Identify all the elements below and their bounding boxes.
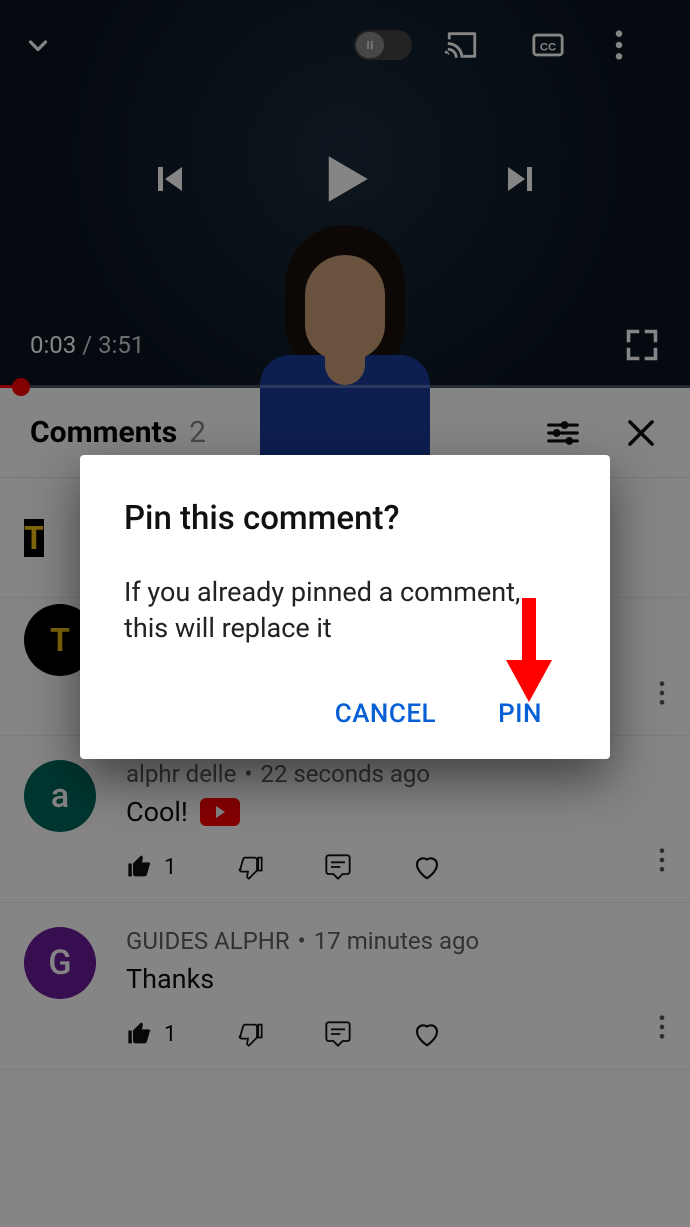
cancel-button[interactable]: CANCEL — [335, 699, 436, 729]
annotation-arrow-icon — [506, 598, 552, 708]
dialog-title: Pin this comment? — [124, 499, 566, 538]
dialog-message: If you already pinned a comment, this wi… — [124, 574, 566, 647]
